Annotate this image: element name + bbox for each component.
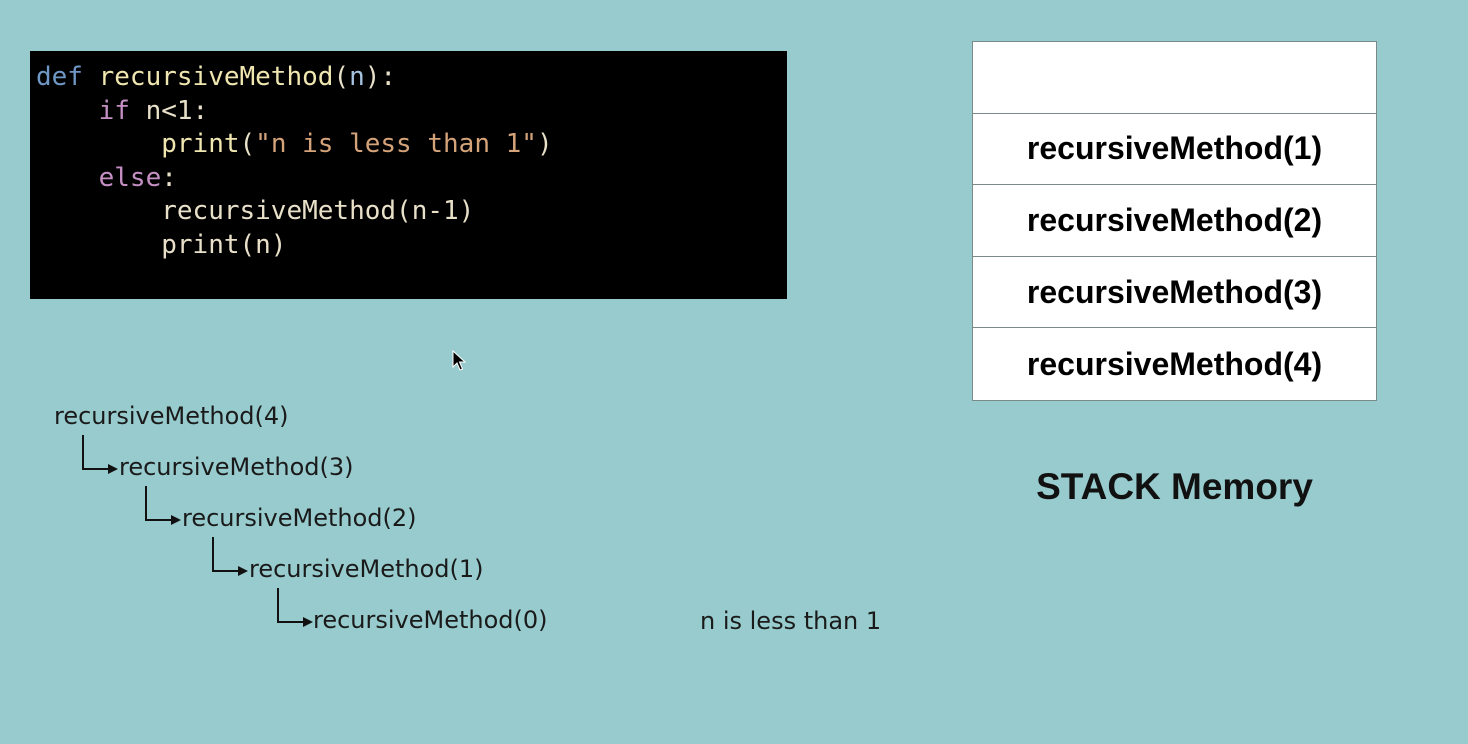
keyword-else: else xyxy=(98,162,162,193)
code-panel: def recursiveMethod(n): if n<1: print("n… xyxy=(30,51,787,299)
call-tree-node: recursiveMethod(1) xyxy=(249,555,484,583)
if-condition: n<1: xyxy=(129,95,209,126)
paren-open: ( xyxy=(333,62,350,92)
stack-frame: recursiveMethod(2) xyxy=(973,185,1376,257)
keyword-if: if xyxy=(98,95,130,126)
function-name: recursiveMethod xyxy=(98,62,334,92)
stack-frame: recursiveMethod(1) xyxy=(973,114,1376,186)
recursive-call: recursiveMethod(n-1) xyxy=(161,196,475,227)
stack-title: STACK Memory xyxy=(1036,466,1313,507)
call-tree-node: recursiveMethod(2) xyxy=(182,504,417,532)
arrow-icon xyxy=(212,537,248,576)
print-call: print xyxy=(161,129,240,160)
call-tree-node: recursiveMethod(4) xyxy=(54,402,289,430)
call-tree-node: recursiveMethod(3) xyxy=(119,453,354,481)
arrow-icon xyxy=(277,588,313,627)
code-line-3: print("n is less than 1") xyxy=(36,128,787,162)
call-tree-node: recursiveMethod(0) xyxy=(313,606,548,634)
code-line-1: def recursiveMethod(n): xyxy=(36,61,787,95)
stack-frame: recursiveMethod(4) xyxy=(1026,345,1323,382)
arrow-icon xyxy=(82,435,118,474)
paren-close: ): xyxy=(364,62,397,92)
keyword-def: def xyxy=(36,62,83,92)
print-n: print(n) xyxy=(161,229,287,260)
stack-frame: recursiveMethod(3) xyxy=(973,257,1376,329)
paren-close: ) xyxy=(536,129,553,160)
mouse-cursor-icon xyxy=(452,350,467,371)
arrow-icon xyxy=(145,486,181,525)
code-line-2: if n<1: xyxy=(36,95,787,129)
stack-frame-empty xyxy=(973,42,1376,114)
stack-memory: recursiveMethod(1) recursiveMethod(2) re… xyxy=(972,41,1377,401)
param-n: n xyxy=(349,62,365,92)
else-colon: : xyxy=(161,162,177,193)
console-output: n is less than 1 xyxy=(700,607,882,635)
string-literal: "n is less than 1" xyxy=(255,129,537,160)
code-line-6: print(n) xyxy=(36,229,787,263)
code-line-5: recursiveMethod(n-1) xyxy=(36,195,787,229)
code-line-4: else: xyxy=(36,162,787,196)
paren-open: ( xyxy=(239,129,256,160)
